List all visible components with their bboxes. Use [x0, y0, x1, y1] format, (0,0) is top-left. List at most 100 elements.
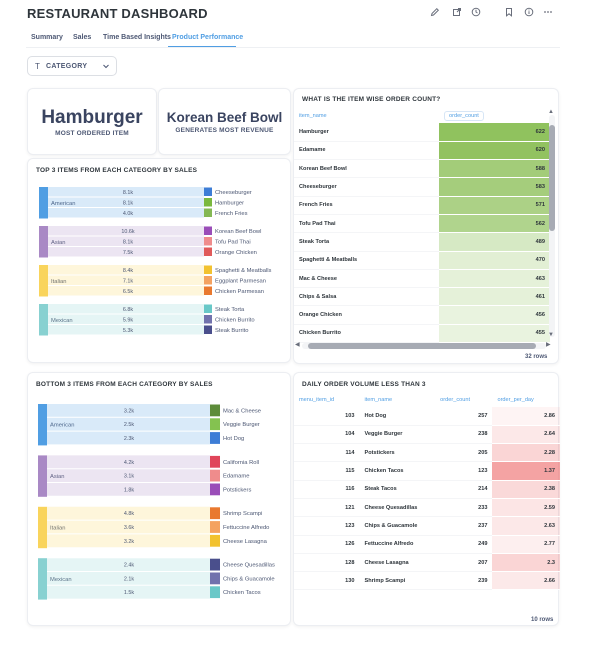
order-count-title: WHAT IS THE ITEM WISE ORDER COUNT?	[302, 96, 441, 103]
item-node[interactable]	[204, 304, 212, 314]
table-row: 104 Veggie Burger 238 2.64	[294, 425, 560, 445]
order-count-cell: 583	[439, 177, 550, 197]
menu-item-id-cell: 115	[294, 461, 360, 481]
item-label: Chips & Guacamole	[223, 576, 275, 582]
column-header-order-per-day[interactable]: order_per_day	[492, 393, 560, 407]
item-node[interactable]	[210, 534, 220, 547]
item-node[interactable]	[204, 325, 212, 335]
category-node[interactable]	[38, 558, 47, 600]
horizontal-scroll-thumb[interactable]	[308, 343, 536, 349]
column-header-item-name[interactable]: item_name	[294, 109, 439, 123]
item-node[interactable]	[204, 247, 212, 257]
item-node[interactable]	[210, 404, 220, 417]
item-label: Shrimp Scampi	[223, 511, 262, 517]
column-header-order-count[interactable]: order_count	[435, 393, 492, 407]
bookmark-icon[interactable]	[502, 7, 516, 21]
link-value-label: 8.1k	[123, 190, 133, 196]
category-filter[interactable]: T CATEGORY	[27, 56, 117, 76]
item-label: Edamame	[223, 474, 249, 480]
order-per-day-cell: 2.64	[492, 425, 560, 445]
item-node[interactable]	[210, 455, 220, 468]
item-node[interactable]	[204, 276, 212, 285]
item-node[interactable]	[210, 558, 220, 571]
item-node[interactable]	[204, 237, 212, 246]
text-type-icon: T	[35, 62, 40, 71]
scroll-up-arrow-icon[interactable]: ▲	[548, 109, 554, 115]
info-icon[interactable]	[522, 7, 536, 21]
item-node[interactable]	[204, 226, 212, 236]
item-label: Steak Torta	[215, 307, 245, 313]
scroll-down-arrow-icon[interactable]: ▼	[548, 332, 554, 338]
tab-product-performance[interactable]: Product Performance	[172, 34, 243, 41]
link-value-label: 4.0k	[123, 211, 133, 217]
tab-sales[interactable]: Sales	[73, 34, 91, 41]
category-node[interactable]	[38, 455, 47, 497]
order-count-cell: 455	[439, 324, 550, 344]
column-header-item-name[interactable]: item_name	[359, 393, 435, 407]
item-label: Cheese Quesadillas	[223, 563, 275, 569]
item-name-cell: Veggie Burger	[359, 425, 436, 445]
table-row: 114 Potstickers 205 2.28	[294, 443, 560, 463]
category-node[interactable]	[39, 304, 48, 336]
item-node[interactable]	[210, 432, 220, 444]
item-name-cell: Chips & Guacamole	[359, 516, 436, 536]
chevron-down-icon	[102, 62, 110, 72]
item-label: Hamburger	[215, 200, 244, 206]
more-icon[interactable]	[541, 7, 555, 21]
tab-time-based-insights[interactable]: Time Based Insights	[103, 34, 171, 41]
item-node[interactable]	[204, 187, 212, 197]
pencil-icon[interactable]	[428, 7, 442, 21]
item-node[interactable]	[204, 208, 212, 218]
item-node[interactable]	[204, 315, 212, 324]
item-node[interactable]	[210, 418, 220, 431]
category-node[interactable]	[39, 226, 48, 258]
order-per-day-cell: 2.77	[492, 535, 560, 554]
order-per-day-cell: 2.59	[492, 498, 560, 518]
order-count-cell: 571	[439, 196, 550, 215]
item-name-cell: Edamame	[294, 141, 439, 161]
item-node[interactable]	[204, 286, 212, 296]
table-row: 126 Fettuccine Alfredo 249 2.77	[294, 535, 560, 554]
share-icon[interactable]	[450, 7, 464, 21]
item-label: California Roll	[223, 460, 259, 466]
table-row: French Fries 571	[294, 196, 550, 215]
item-label: Tofu Pad Thai	[215, 239, 251, 245]
column-header-menu-item-id[interactable]: menu_item_id	[294, 393, 359, 407]
order-per-day-cell: 2.66	[492, 571, 560, 591]
category-node[interactable]	[38, 506, 47, 549]
horizontal-scrollbar[interactable]	[302, 343, 546, 349]
column-header-order-count[interactable]: order_count	[439, 109, 550, 123]
menu-item-id-cell: 103	[294, 407, 360, 426]
row-count: 10 rows	[531, 617, 554, 623]
item-name-cell: Fettuccine Alfredo	[359, 535, 436, 554]
scroll-left-arrow-icon[interactable]: ◀	[295, 341, 300, 348]
menu-item-id-cell: 128	[294, 553, 360, 573]
order-count-cell: 562	[439, 214, 550, 234]
category-node[interactable]	[39, 265, 48, 297]
scroll-right-arrow-icon[interactable]: ▶	[546, 341, 551, 348]
link-value-label: 8.1k	[123, 200, 133, 206]
item-node[interactable]	[210, 469, 220, 482]
item-node[interactable]	[204, 198, 212, 207]
vertical-scroll-thumb[interactable]	[549, 125, 555, 231]
order-count-cell: 237	[435, 516, 493, 536]
item-node[interactable]	[210, 483, 220, 496]
category-node[interactable]	[39, 187, 48, 219]
order-per-day-cell: 1.37	[492, 461, 560, 481]
item-node[interactable]	[210, 586, 220, 599]
clock-icon[interactable]	[469, 7, 483, 21]
item-name-cell: Korean Beef Bowl	[294, 159, 439, 179]
category-node[interactable]	[38, 404, 47, 446]
table-row: 130 Shrimp Scampi 239 2.66	[294, 571, 560, 591]
tab-summary[interactable]: Summary	[31, 34, 63, 41]
item-node[interactable]	[204, 265, 212, 275]
item-name-cell: Chips & Salsa	[294, 287, 439, 307]
vertical-scrollbar[interactable]	[549, 115, 555, 337]
item-node[interactable]	[210, 507, 220, 520]
category-filter-label: CATEGORY	[46, 63, 88, 70]
item-node[interactable]	[210, 572, 220, 585]
kpi-most-ordered-caption: MOST ORDERED ITEM	[55, 130, 129, 137]
daily-order-table: menu_item_id item_name order_count order…	[294, 393, 560, 591]
item-node[interactable]	[210, 521, 220, 533]
order-count-cell: 456	[439, 305, 550, 325]
